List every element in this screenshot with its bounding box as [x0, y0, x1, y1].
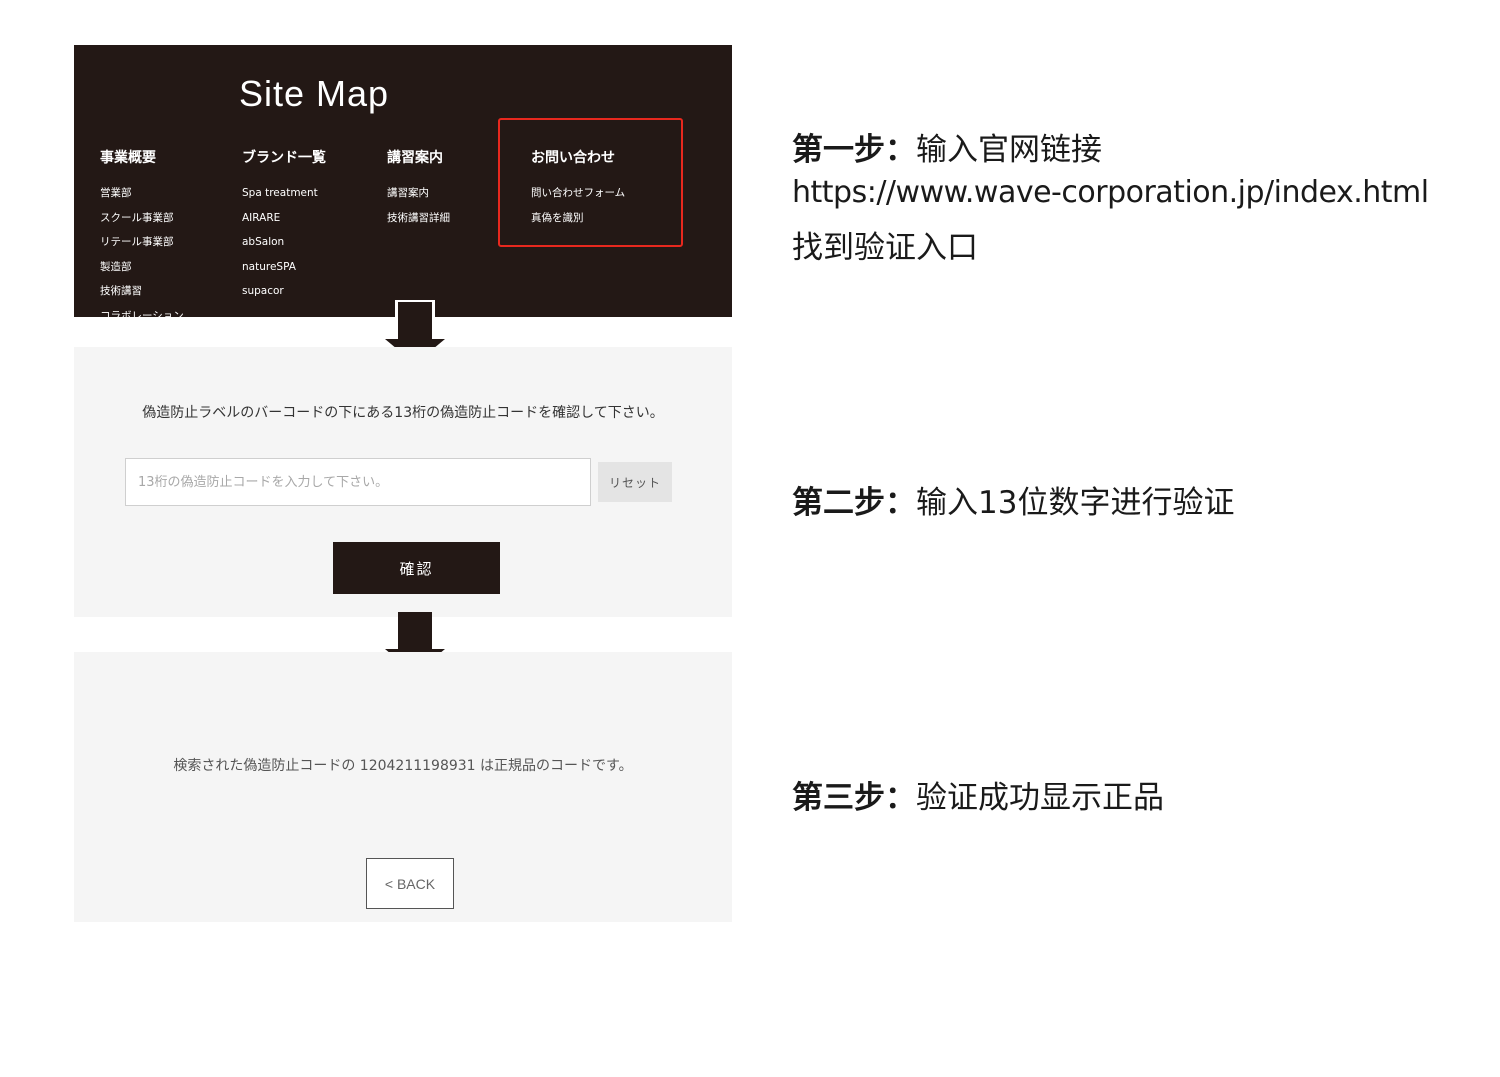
sitemap-link[interactable]: abSalon [242, 230, 372, 255]
step-2-text: 输入13位数字进行验证 [916, 485, 1235, 521]
step-3-label: 第三步： [792, 780, 916, 816]
sitemap-column-brands: ブランド一覧 Spa treatment AIRARE abSalon natu… [242, 147, 372, 304]
step-2: 第二步：输入13位数字进行验证 [792, 477, 1234, 522]
result-message: 検索された偽造防止コードの 1204211198931 は正規品のコードです。 [173, 758, 633, 774]
verify-instruction: 偽造防止ラベルのバーコードの下にある13桁の偽造防止コードを確認して下さい。 [142, 405, 664, 421]
highlight-box [498, 118, 683, 247]
sitemap-link[interactable]: 技術講習 [100, 279, 230, 304]
verify-panel: 偽造防止ラベルのバーコードの下にある13桁の偽造防止コードを確認して下さい。 リ… [74, 347, 732, 617]
step-3-text: 验证成功显示正品 [916, 780, 1164, 816]
sitemap-link[interactable]: Spa treatment [242, 181, 372, 206]
step-3: 第三步：验证成功显示正品 [792, 772, 1164, 817]
sitemap-link[interactable]: AIRARE [242, 206, 372, 231]
step-1-text: 输入官网链接 [916, 132, 1102, 168]
sitemap-link[interactable]: コラボレーション [100, 304, 230, 318]
confirm-button[interactable]: 確認 [333, 542, 500, 594]
sitemap-link[interactable]: リテール事業部 [100, 230, 230, 255]
sitemap-column-heading: ブランド一覧 [242, 150, 326, 166]
sitemap-link[interactable]: 営業部 [100, 181, 230, 206]
sitemap-title: Site Map [238, 73, 390, 114]
sitemap-link[interactable]: スクール事業部 [100, 206, 230, 231]
sitemap-link[interactable]: 製造部 [100, 255, 230, 280]
code-input[interactable] [125, 458, 591, 506]
result-panel: 検索された偽造防止コードの 1204211198931 は正規品のコードです。 … [74, 652, 732, 922]
reset-button[interactable]: リセット [598, 462, 672, 502]
sitemap-link[interactable]: natureSPA [242, 255, 372, 280]
sitemap-panel: Site Map 事業概要 営業部 スクール事業部 リテール事業部 製造部 技術… [74, 45, 732, 317]
step-1-label: 第一步： [792, 132, 916, 168]
step-1-note: 找到验证入口 [792, 230, 978, 266]
step-2-label: 第二步： [792, 485, 916, 521]
sitemap-link[interactable]: supacor [242, 279, 372, 304]
sitemap-column-business: 事業概要 営業部 スクール事業部 リテール事業部 製造部 技術講習 コラボレーシ… [100, 147, 230, 317]
step-1: 第一步：输入官网链接 [792, 124, 1102, 169]
sitemap-column-heading: 事業概要 [100, 150, 156, 166]
step-1-url: https://www.wave-corporation.jp/index.ht… [792, 175, 1429, 210]
back-button[interactable]: < BACK [366, 858, 454, 909]
